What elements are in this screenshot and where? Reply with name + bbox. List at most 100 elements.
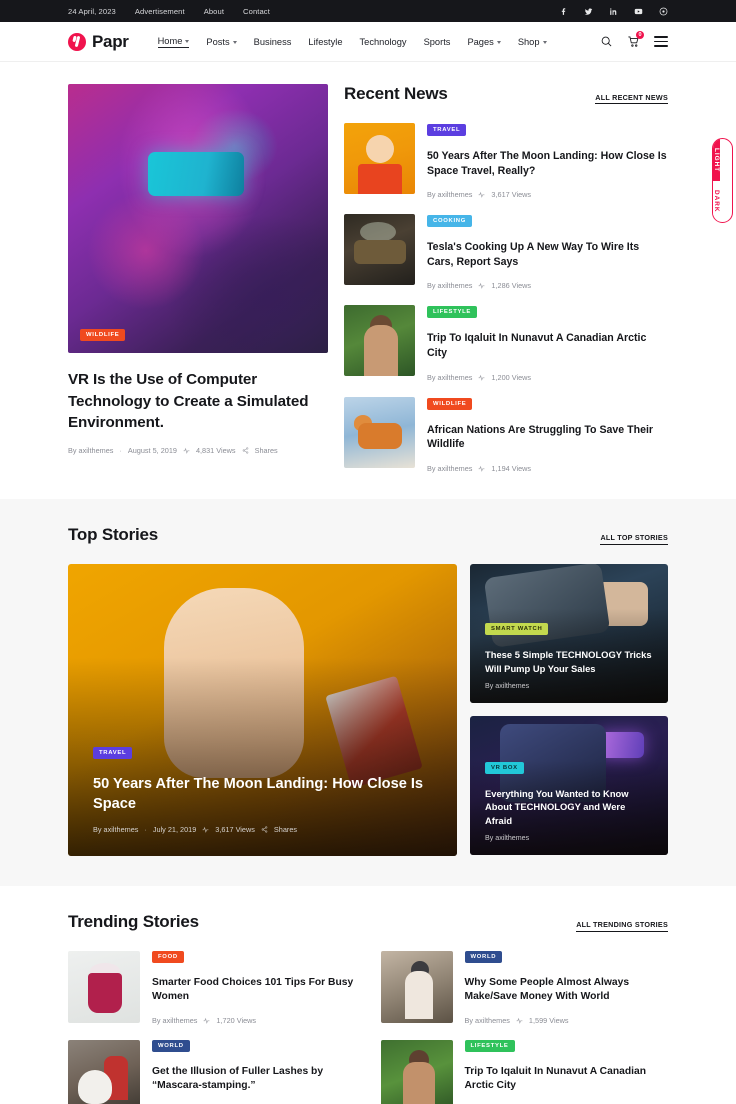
hero-article[interactable]: WILDLIFE VR Is the Use of Computer Techn… xyxy=(68,84,328,473)
category-badge[interactable]: COOKING xyxy=(427,215,473,228)
mode-option-light[interactable]: LIGHT xyxy=(713,139,720,182)
hero-meta: By axilthemes · August 5, 2019 4,831 Vie… xyxy=(68,446,328,455)
hero-category-badge[interactable]: WILDLIFE xyxy=(80,329,126,341)
list-item[interactable]: TRAVEL 50 Years After The Moon Landing: … xyxy=(344,123,668,199)
trending-right-column: WORLD Why Some People Almost Always Make… xyxy=(380,950,669,1104)
pinterest-icon[interactable] xyxy=(659,7,668,16)
all-top-stories-link[interactable]: ALL TOP STORIES xyxy=(600,533,668,545)
recent-news-section: Recent News ALL RECENT NEWS TRAVEL 50 Ye… xyxy=(344,84,668,473)
all-recent-news-link[interactable]: ALL RECENT NEWS xyxy=(595,93,668,104)
article-meta: By axilthemes 3,617 Views xyxy=(427,190,668,199)
category-badge[interactable]: WORLD xyxy=(152,1040,190,1053)
category-badge[interactable]: WILDLIFE xyxy=(427,397,473,410)
nav-item-technology[interactable]: Technology xyxy=(360,37,407,47)
category-badge[interactable]: TRAVEL xyxy=(427,124,467,136)
article-author: By axilthemes xyxy=(427,281,473,291)
hero-title[interactable]: VR Is the Use of Computer Technology to … xyxy=(68,369,328,434)
linkedin-icon[interactable] xyxy=(609,7,618,16)
nav-item-business[interactable]: Business xyxy=(254,37,292,47)
article-title[interactable]: Trip To Iqaluit In Nunavut A Canadian Ar… xyxy=(465,1065,669,1093)
category-badge[interactable]: LIFESTYLE xyxy=(427,306,478,319)
featured-shares: Shares xyxy=(273,824,298,834)
nav-label: Pages xyxy=(467,36,494,47)
nav-label: Home xyxy=(157,35,183,46)
story-title[interactable]: Everything You Wanted to Know About TECH… xyxy=(485,787,653,827)
article-thumbnail[interactable] xyxy=(344,305,415,377)
article-title[interactable]: Get the Illusion of Fuller Lashes by “Ma… xyxy=(152,1065,356,1093)
list-item[interactable]: WORLD Get the Illusion of Fuller Lashes … xyxy=(68,1040,356,1104)
category-badge[interactable]: SMART WATCH xyxy=(485,623,549,636)
category-badge[interactable]: LIFESTYLE xyxy=(464,1040,515,1053)
article-title[interactable]: Why Some People Almost Always Make/Save … xyxy=(465,976,669,1004)
article-author: By axilthemes xyxy=(427,463,473,473)
story-card[interactable]: VR BOX Everything You Wanted to Know Abo… xyxy=(470,715,668,855)
color-mode-toggle[interactable]: LIGHT DARK xyxy=(712,138,733,223)
topbar-link-contact[interactable]: Contact xyxy=(243,7,270,16)
main-header: Papr Home Posts Business Lifestyle Techn… xyxy=(0,22,736,62)
nav-item-sports[interactable]: Sports xyxy=(424,37,451,47)
article-title[interactable]: Tesla's Cooking Up A New Way To Wire Its… xyxy=(427,240,668,269)
nav-label: Business xyxy=(253,36,292,47)
topbar-link-advertisement[interactable]: Advertisement xyxy=(135,7,185,16)
cart-icon[interactable]: 0 xyxy=(627,31,644,48)
top-stories-section: Top Stories ALL TOP STORIES TRAVEL 50 Ye… xyxy=(0,498,736,886)
story-title[interactable]: These 5 Simple TECHNOLOGY Tricks Will Pu… xyxy=(485,648,653,675)
hero-shares: Shares xyxy=(254,445,278,455)
mode-option-dark[interactable]: DARK xyxy=(713,181,720,222)
nav-item-posts[interactable]: Posts xyxy=(206,37,237,47)
menu-toggle-icon[interactable] xyxy=(654,36,668,47)
list-item[interactable]: LIFESTYLE Trip To Iqaluit In Nunavut A C… xyxy=(380,1040,669,1104)
article-thumbnail[interactable] xyxy=(380,950,453,1023)
category-badge[interactable]: VR BOX xyxy=(485,761,524,774)
hero-date: August 5, 2019 xyxy=(127,445,177,455)
article-author: By axilthemes xyxy=(427,372,473,382)
site-logo[interactable]: Papr xyxy=(68,32,129,52)
article-views: 1,200 Views xyxy=(491,372,532,382)
top-utility-bar: 24 April, 2023 Advertisement About Conta… xyxy=(0,0,736,22)
article-author: By axilthemes xyxy=(464,1016,510,1026)
article-thumbnail[interactable] xyxy=(68,1040,140,1104)
facebook-icon[interactable] xyxy=(559,7,568,16)
nav-item-shop[interactable]: Shop xyxy=(518,37,547,47)
list-item[interactable]: WORLD Why Some People Almost Always Make… xyxy=(380,950,669,1025)
article-title[interactable]: Smarter Food Choices 101 Tips For Busy W… xyxy=(152,976,356,1004)
featured-author: By axilthemes xyxy=(93,824,139,834)
youtube-icon[interactable] xyxy=(634,7,643,16)
hero-image[interactable]: WILDLIFE xyxy=(68,84,328,353)
nav-item-lifestyle[interactable]: Lifestyle xyxy=(308,37,342,47)
twitter-icon[interactable] xyxy=(584,7,593,16)
article-thumbnail[interactable] xyxy=(344,123,415,194)
list-item[interactable]: COOKING Tesla's Cooking Up A New Way To … xyxy=(344,214,668,290)
topbar-link-about[interactable]: About xyxy=(204,7,224,16)
featured-story-card[interactable]: TRAVEL 50 Years After The Moon Landing: … xyxy=(68,563,457,856)
article-title[interactable]: Trip To Iqaluit In Nunavut A Canadian Ar… xyxy=(427,331,668,360)
trending-stories-header: Trending Stories ALL TRENDING STORIES xyxy=(68,912,668,932)
nav-item-home[interactable]: Home xyxy=(157,35,190,48)
all-trending-stories-link[interactable]: ALL TRENDING STORIES xyxy=(576,920,668,932)
category-badge[interactable]: TRAVEL xyxy=(93,746,133,759)
category-badge[interactable]: WORLD xyxy=(464,950,503,963)
recent-news-header: Recent News ALL RECENT NEWS xyxy=(344,84,668,104)
search-icon[interactable] xyxy=(600,35,613,48)
article-title[interactable]: African Nations Are Struggling To Save T… xyxy=(427,423,668,452)
list-item[interactable]: LIFESTYLE Trip To Iqaluit In Nunavut A C… xyxy=(344,305,668,382)
story-card[interactable]: SMART WATCH These 5 Simple TECHNOLOGY Tr… xyxy=(470,563,668,703)
views-icon xyxy=(516,1017,523,1025)
article-thumbnail[interactable] xyxy=(380,1040,453,1104)
chevron-down-icon xyxy=(185,39,190,43)
meta-separator: · xyxy=(144,824,147,834)
article-meta: By axilthemes 1,599 Views xyxy=(465,1016,669,1025)
article-author: By axilthemes xyxy=(152,1016,198,1026)
views-icon xyxy=(478,282,485,290)
article-title[interactable]: 50 Years After The Moon Landing: How Clo… xyxy=(427,149,668,178)
featured-story-title[interactable]: 50 Years After The Moon Landing: How Clo… xyxy=(93,774,432,814)
list-item[interactable]: WILDLIFE African Nations Are Struggling … xyxy=(344,396,668,473)
article-thumbnail[interactable] xyxy=(344,396,415,468)
category-badge[interactable]: FOOD xyxy=(152,950,184,963)
article-author: By axilthemes xyxy=(427,190,473,200)
article-thumbnail[interactable] xyxy=(68,950,140,1023)
featured-views: 3,617 Views xyxy=(215,824,255,834)
nav-item-pages[interactable]: Pages xyxy=(467,36,501,47)
article-thumbnail[interactable] xyxy=(344,214,415,286)
list-item[interactable]: FOOD Smarter Food Choices 101 Tips For B… xyxy=(68,950,356,1026)
